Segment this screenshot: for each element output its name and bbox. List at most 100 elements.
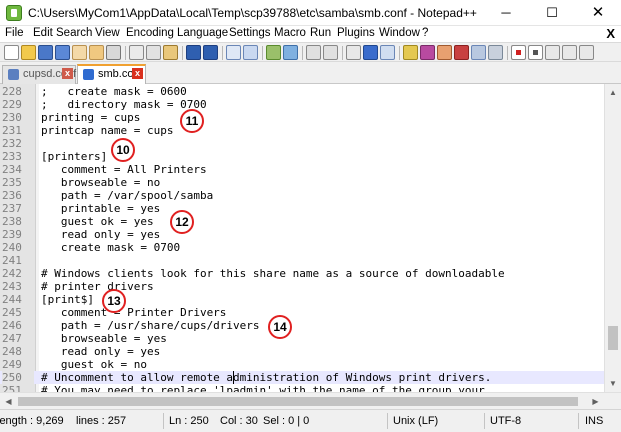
close-document-icon[interactable]: X (606, 26, 615, 41)
line-number: 228 (2, 85, 22, 98)
horizontal-scroll-thumb[interactable] (18, 397, 578, 406)
code-line[interactable]: 239 read only = yes (0, 228, 604, 241)
status-separator (387, 413, 388, 429)
show-all-chars-icon[interactable] (363, 45, 378, 60)
code-line[interactable]: 231 printcap name = cups (0, 124, 604, 137)
print-icon[interactable] (106, 45, 121, 60)
monitoring-icon[interactable] (471, 45, 486, 60)
tab-cupsd-conf[interactable]: cupsd.conf x (2, 65, 76, 84)
code-line[interactable]: 234 comment = All Printers (0, 163, 604, 176)
redo-icon[interactable] (203, 45, 218, 60)
menu-window[interactable]: Window (379, 27, 420, 39)
code-line[interactable]: 235 browseable = no (0, 176, 604, 189)
toolbar (0, 42, 621, 62)
find-icon[interactable] (226, 45, 241, 60)
code-line[interactable]: 244 [print$] (0, 293, 604, 306)
code-line[interactable]: 243 # printer drivers (0, 280, 604, 293)
status-encoding: UTF-8 (490, 415, 522, 427)
undo-icon[interactable] (186, 45, 201, 60)
replace-icon[interactable] (243, 45, 258, 60)
menu-macro[interactable]: Macro (274, 27, 306, 39)
toolbar-separator (182, 46, 183, 60)
code-line[interactable]: 230 printing = cups (0, 111, 604, 124)
play-macro-icon[interactable] (545, 45, 560, 60)
code-line[interactable]: 229 ; directory mask = 0700 (0, 98, 604, 111)
code-line[interactable]: 249 guest ok = no (0, 358, 604, 371)
save-icon[interactable] (38, 45, 53, 60)
line-text: guest ok = no (41, 358, 147, 371)
scroll-left-icon[interactable]: ◀ (0, 393, 17, 410)
code-line[interactable]: 241 (0, 254, 604, 267)
cut-icon[interactable] (129, 45, 144, 60)
menu-encoding[interactable]: Encoding (126, 27, 174, 39)
open-file-icon[interactable] (21, 45, 36, 60)
code-line[interactable]: 233 [printers] (0, 150, 604, 163)
menu-search[interactable]: Search (56, 27, 92, 39)
callout-marker: 10 (111, 138, 135, 162)
menu-language[interactable]: Language (177, 27, 228, 39)
paste-icon[interactable] (163, 45, 178, 60)
sync-horizontal-icon[interactable] (323, 45, 338, 60)
minimize-button[interactable]: ─ (483, 0, 529, 26)
code-line[interactable]: 236 path = /var/spool/samba (0, 189, 604, 202)
line-number: 247 (2, 332, 22, 345)
menu-edit[interactable]: Edit (33, 27, 53, 39)
code-line[interactable]: 248 read only = yes (0, 345, 604, 358)
line-number: 230 (2, 111, 22, 124)
save-all-icon[interactable] (55, 45, 70, 60)
save-macro-icon[interactable] (579, 45, 594, 60)
close-all-icon[interactable] (89, 45, 104, 60)
line-text: printable = yes (41, 202, 161, 215)
copy-icon[interactable] (146, 45, 161, 60)
tab-close-icon[interactable]: x (132, 68, 143, 79)
toolbar-separator (302, 46, 303, 60)
code-line[interactable]: 232 (0, 137, 604, 150)
close-icon[interactable] (72, 45, 87, 60)
scroll-down-icon[interactable]: ▼ (605, 375, 621, 392)
code-line[interactable]: 240 create mask = 0700 (0, 241, 604, 254)
scroll-right-icon[interactable]: ▶ (587, 393, 604, 410)
menu-plugins[interactable]: Plugins (337, 27, 375, 39)
code-line[interactable]: 250 # Uncomment to allow remote administr… (0, 371, 604, 384)
function-list-icon[interactable] (437, 45, 452, 60)
scroll-up-icon[interactable]: ▲ (605, 84, 621, 101)
new-file-icon[interactable] (4, 45, 19, 60)
sync-vertical-icon[interactable] (306, 45, 321, 60)
tab-close-icon[interactable]: x (62, 68, 73, 79)
maximize-button[interactable]: ☐ (529, 0, 575, 26)
record-macro-icon[interactable] (511, 45, 526, 60)
code-line[interactable]: 237 printable = yes (0, 202, 604, 215)
zoom-in-icon[interactable] (266, 45, 281, 60)
close-window-button[interactable]: ✕ (575, 0, 621, 26)
line-text: read only = yes (41, 228, 161, 241)
menu-run[interactable]: Run (310, 27, 331, 39)
code-line[interactable]: 238 guest ok = yes (0, 215, 604, 228)
horizontal-scrollbar[interactable]: ◀ ▶ (0, 392, 621, 410)
text-caret (232, 371, 234, 384)
stop-macro-icon[interactable] (528, 45, 543, 60)
line-number: 241 (2, 254, 22, 267)
indent-guide-icon[interactable] (380, 45, 395, 60)
code-line[interactable]: 228 ; create mask = 0600 (0, 85, 604, 98)
run-macro-multiple-icon[interactable] (562, 45, 577, 60)
code-line[interactable]: 245 comment = Printer Drivers (0, 306, 604, 319)
zoom-out-icon[interactable] (283, 45, 298, 60)
user-language-icon[interactable] (403, 45, 418, 60)
code-line[interactable]: 247 browseable = yes (0, 332, 604, 345)
menu-help[interactable]: ? (422, 27, 428, 39)
text-editor[interactable]: 228 ; create mask = 0600 229 ; directory ma… (0, 84, 621, 397)
folder-workspace-icon[interactable] (454, 45, 469, 60)
vertical-scrollbar[interactable]: ▲ ▼ (604, 84, 621, 392)
menu-settings[interactable]: Settings (229, 27, 271, 39)
code-line[interactable]: 242 # Windows clients look for this share… (0, 267, 604, 280)
title-bar: C:\Users\MyCom1\AppData\Local\Temp\scp39… (0, 0, 621, 26)
file-saved-icon (8, 69, 19, 80)
code-line[interactable]: 246 path = /usr/share/cups/drivers (0, 319, 604, 332)
word-wrap-icon[interactable] (346, 45, 361, 60)
tab-smb-conf[interactable]: smb.conf x (77, 64, 146, 85)
doc-map-icon[interactable] (420, 45, 435, 60)
menu-file[interactable]: File (5, 27, 24, 39)
eye-icon[interactable] (488, 45, 503, 60)
vertical-scroll-thumb[interactable] (608, 326, 618, 350)
menu-view[interactable]: View (95, 27, 120, 39)
